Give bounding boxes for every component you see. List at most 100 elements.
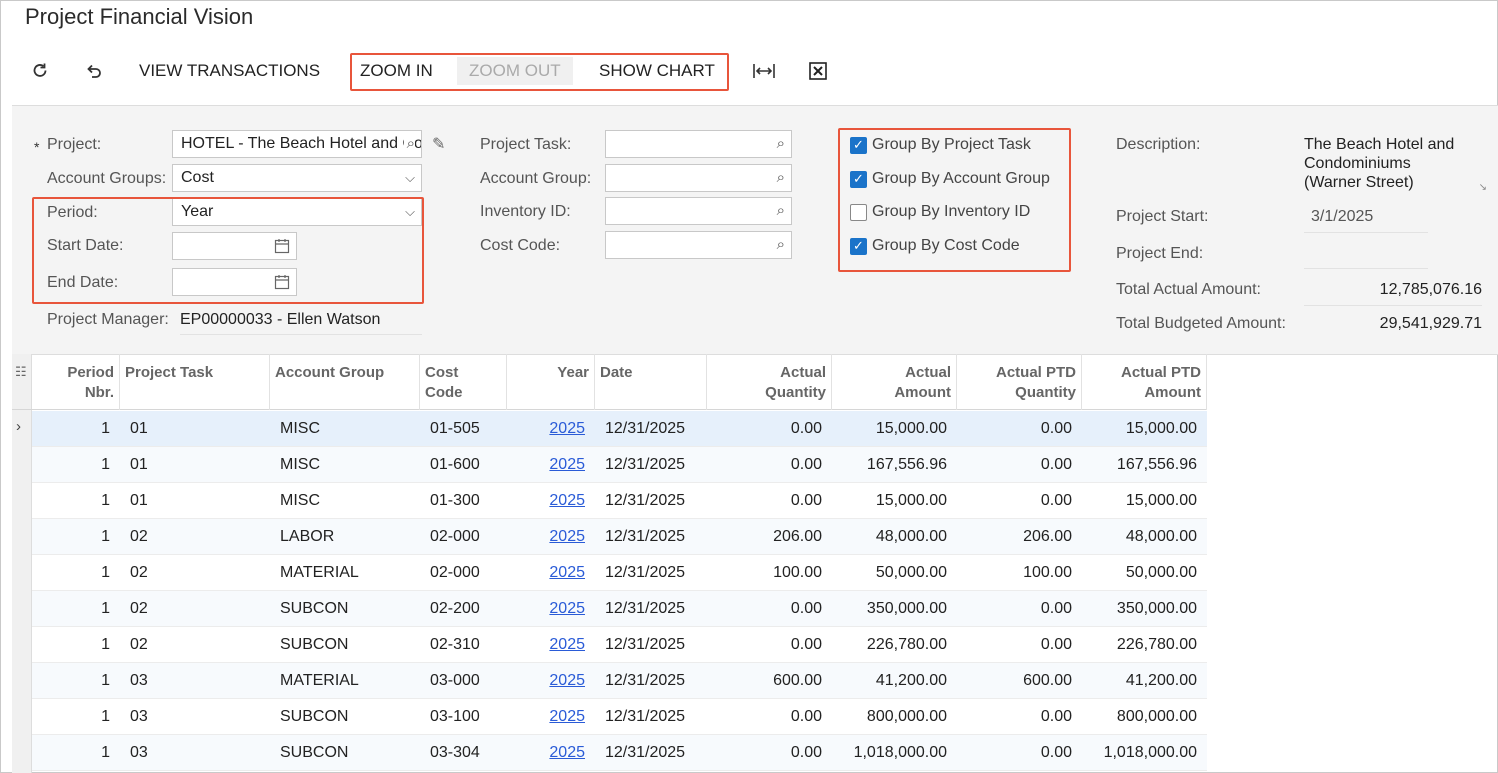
cell-actual-ptd-quantity: 0.00 (1040, 456, 1072, 473)
cell-year[interactable]: 2025 (507, 447, 595, 483)
cell-actual-quantity: 600.00 (773, 672, 822, 689)
table-row[interactable]: 1 02 MATERIAL 02-000 2025 12/31/2025 100.00 50,… (32, 555, 1207, 591)
refresh-icon[interactable] (26, 58, 54, 84)
search-icon[interactable]: ⌕ (777, 198, 785, 224)
cell-period: 1 (101, 564, 110, 581)
cell-date: 12/31/2025 (605, 420, 686, 437)
fit-columns-icon[interactable] (750, 58, 778, 84)
cell-actual-quantity: 0.00 (790, 420, 822, 437)
search-icon[interactable]: ⌕ (403, 131, 415, 157)
cell-year[interactable]: 2025 (507, 699, 595, 735)
cell-actual-quantity: 0.00 (790, 456, 822, 473)
col-account-group[interactable]: Account Group (270, 354, 420, 410)
export-excel-icon[interactable] (804, 58, 832, 84)
cell-actual-ptd-quantity: 100.00 (1023, 564, 1072, 581)
cell-year[interactable]: 2025 (507, 519, 595, 555)
project-end-label: Project End: (1116, 245, 1204, 262)
grid-header: Period Nbr. Project Task Account Group Co… (12, 354, 1207, 410)
search-icon[interactable]: ⌕ (777, 232, 785, 258)
col-cost-code[interactable]: Cost Code (420, 354, 507, 410)
description-textarea[interactable]: The Beach Hotel and Condominiums (Warner… (1304, 135, 1489, 199)
cell-actual-amount: 167,556.96 (866, 456, 947, 473)
table-row[interactable]: 1 01 MISC 01-300 2025 12/31/2025 0.00 15,000.00… (32, 483, 1207, 519)
project-task-input[interactable]: ⌕ (605, 130, 792, 158)
account-group-label: Account Group: (480, 170, 592, 187)
total-actual-label: Total Actual Amount: (1116, 281, 1261, 298)
cell-actual-ptd-amount: 350,000.00 (1116, 600, 1197, 617)
table-row[interactable]: 1 02 SUBCON 02-200 2025 12/31/2025 0.00 350,000… (32, 591, 1207, 627)
description-line: The Beach Hotel and (1304, 136, 1455, 153)
total-actual-value: 12,785,076.16 (1304, 281, 1482, 306)
edit-pencil-icon[interactable]: ✎ (432, 134, 445, 154)
cell-year[interactable]: 2025 (507, 663, 595, 699)
filter-form: * Project: HOTEL - The Beach Hotel and C… (12, 105, 1498, 355)
cell-actual-quantity: 206.00 (773, 528, 822, 545)
row-selector-column (12, 354, 32, 773)
cell-period: 1 (101, 600, 110, 617)
cell-cost-code: 02-310 (430, 636, 480, 653)
cell-actual-ptd-quantity: 206.00 (1023, 528, 1072, 545)
col-actual-ptd-quantity[interactable]: Actual PTD Quantity (957, 354, 1082, 410)
table-row[interactable]: 1 02 SUBCON 02-310 2025 12/31/2025 0.00 226,780… (32, 627, 1207, 663)
project-manager-label: Project Manager: (47, 311, 169, 328)
col-actual-quantity[interactable]: Actual Quantity (707, 354, 832, 410)
cost-code-input[interactable]: ⌕ (605, 231, 792, 259)
col-actual-amount[interactable]: Actual Amount (832, 354, 957, 410)
cell-year[interactable]: 2025 (507, 735, 595, 771)
cell-account-group: SUBCON (280, 636, 349, 653)
cell-cost-code: 01-505 (430, 420, 480, 437)
zoom-highlight-box (350, 53, 729, 91)
cell-year[interactable]: 2025 (507, 411, 595, 447)
account-group-input[interactable]: ⌕ (605, 164, 792, 192)
table-row[interactable]: 1 02 LABOR 02-000 2025 12/31/2025 206.00 48,000… (32, 519, 1207, 555)
cell-project-task: 02 (130, 564, 148, 581)
cell-date: 12/31/2025 (605, 600, 686, 617)
cell-actual-ptd-quantity: 0.00 (1040, 492, 1072, 509)
table-row[interactable]: 1 01 MISC 01-505 2025 12/31/2025 0.00 15,000.00… (32, 411, 1207, 447)
resize-handle-icon[interactable]: ↘ (1479, 178, 1487, 197)
project-selector[interactable]: HOTEL - The Beach Hotel and Condominiums… (172, 130, 422, 158)
cell-project-task: 03 (130, 744, 148, 761)
cell-actual-amount: 800,000.00 (866, 708, 947, 725)
cell-period: 1 (101, 420, 110, 437)
view-transactions-button[interactable]: VIEW TRANSACTIONS (139, 59, 320, 83)
cell-actual-amount: 48,000.00 (875, 528, 947, 545)
search-icon[interactable]: ⌕ (777, 131, 785, 157)
cell-actual-ptd-amount: 41,200.00 (1125, 672, 1197, 689)
search-icon[interactable]: ⌕ (777, 165, 785, 191)
cell-actual-ptd-quantity: 0.00 (1040, 708, 1072, 725)
col-year[interactable]: Year (507, 354, 595, 410)
cell-actual-amount: 15,000.00 (875, 420, 947, 437)
cell-project-task: 03 (130, 672, 148, 689)
table-row[interactable]: 1 01 MISC 01-600 2025 12/31/2025 0.00 167,556.9… (32, 447, 1207, 483)
cell-actual-amount: 350,000.00 (866, 600, 947, 617)
cell-year[interactable]: 2025 (507, 483, 595, 519)
cell-actual-quantity: 0.00 (790, 600, 822, 617)
undo-icon[interactable] (80, 58, 108, 84)
cell-cost-code: 03-100 (430, 708, 480, 725)
col-period-nbr[interactable]: Period Nbr. (32, 354, 120, 410)
cell-cost-code: 01-300 (430, 492, 480, 509)
project-manager-value: EP00000033 - Ellen Watson (180, 311, 422, 335)
cell-date: 12/31/2025 (605, 672, 686, 689)
cell-account-group: MISC (280, 492, 320, 509)
col-actual-ptd-amount[interactable]: Actual PTD Amount (1082, 354, 1207, 410)
col-date[interactable]: Date (595, 354, 707, 410)
col-project-task[interactable]: Project Task (120, 354, 270, 410)
cell-actual-ptd-quantity: 600.00 (1023, 672, 1072, 689)
cell-period: 1 (101, 744, 110, 761)
cell-year[interactable]: 2025 (507, 555, 595, 591)
inventory-id-input[interactable]: ⌕ (605, 197, 792, 225)
table-row[interactable]: 1 03 MATERIAL 03-000 2025 12/31/2025 600.00 41,… (32, 663, 1207, 699)
table-row[interactable]: 1 03 SUBCON 03-100 2025 12/31/2025 0.00 800,000… (32, 699, 1207, 735)
cell-cost-code: 02-000 (430, 528, 480, 545)
account-groups-select[interactable]: Cost ⌵ (172, 164, 422, 192)
cell-cost-code: 02-000 (430, 564, 480, 581)
cell-actual-amount: 15,000.00 (875, 492, 947, 509)
cell-date: 12/31/2025 (605, 456, 686, 473)
chevron-down-icon: ⌵ (405, 170, 415, 185)
table-row[interactable]: 1 03 SUBCON 03-304 2025 12/31/2025 0.00 1,018,0… (32, 735, 1207, 771)
period-highlight-box (32, 197, 424, 304)
cell-year[interactable]: 2025 (507, 591, 595, 627)
cell-year[interactable]: 2025 (507, 627, 595, 663)
